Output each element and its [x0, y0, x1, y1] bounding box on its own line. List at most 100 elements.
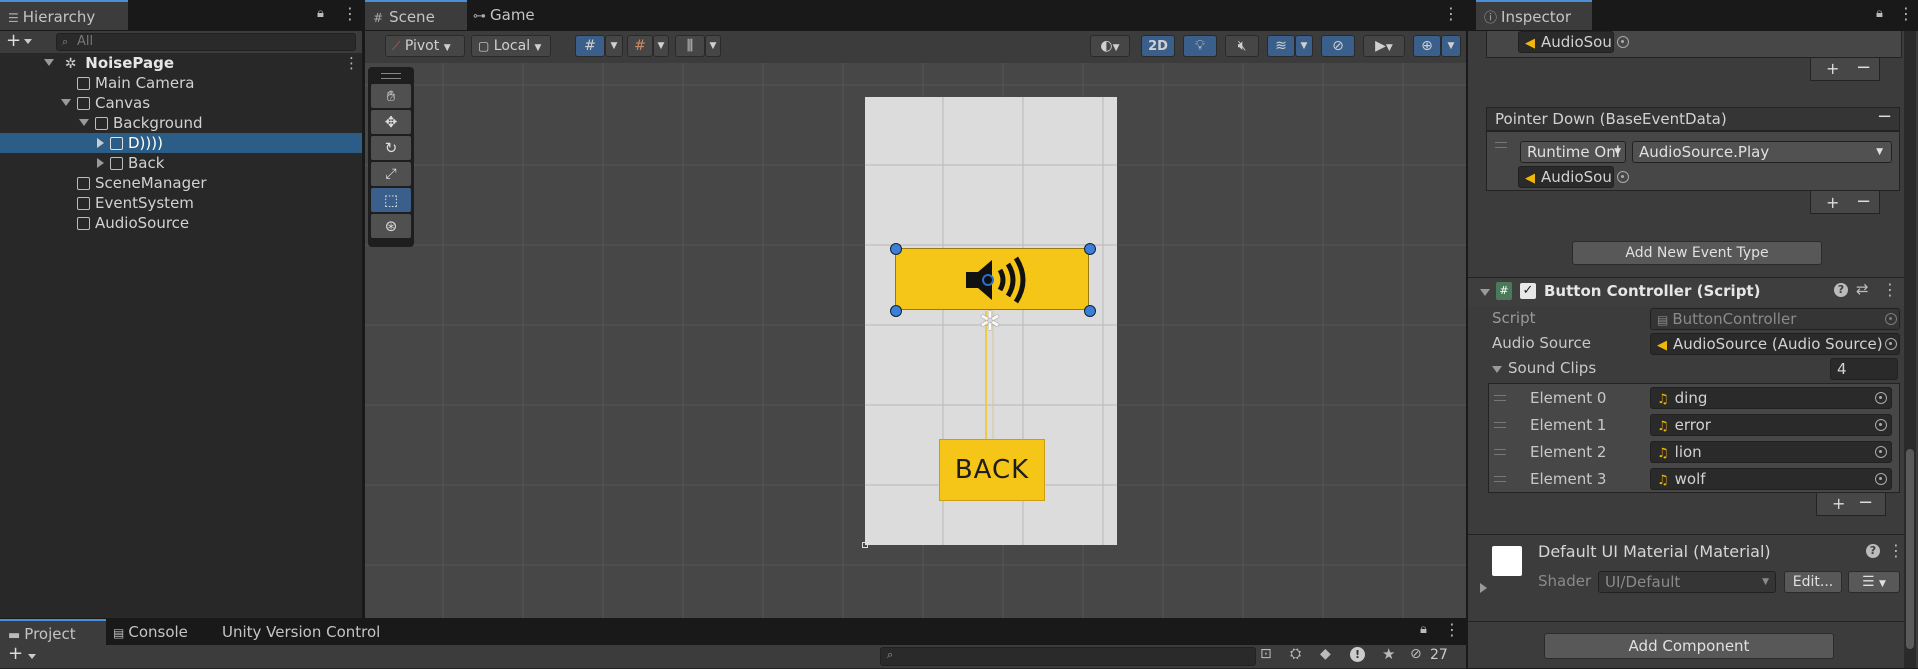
more-menu-icon[interactable]: ⋮ [1444, 620, 1460, 639]
audio-toggle[interactable]: 🔇︎ [1225, 35, 1259, 57]
add-new-event-type-button[interactable]: Add New Event Type [1572, 241, 1822, 265]
drag-handle[interactable] [1494, 449, 1506, 455]
tab-project[interactable]: ▬ Project [0, 619, 106, 645]
scene-visibility-toggle[interactable]: ⊘ [1321, 35, 1355, 57]
help-icon[interactable]: ? [1834, 283, 1848, 297]
rect-handle-bottom-left[interactable] [890, 305, 902, 317]
scrollbar-thumb[interactable] [1906, 449, 1914, 649]
function-dropdown[interactable]: AudioSource.Play ▼ [1632, 141, 1892, 163]
add-component-button[interactable]: Add Component [1544, 633, 1834, 659]
more-menu-icon[interactable]: ⋮ [342, 4, 358, 23]
add-listener-button[interactable]: + [1826, 59, 1839, 78]
object-picker-icon[interactable] [1617, 36, 1629, 48]
shader-dropdown[interactable]: UI/Default ▼ [1598, 571, 1776, 593]
add-element-button[interactable]: + [1832, 494, 1845, 513]
rect-handle-bottom-right[interactable] [1084, 305, 1096, 317]
element-clip-field[interactable]: ♫ error [1650, 414, 1892, 436]
drag-handle[interactable] [1495, 142, 1507, 148]
object-picker-icon[interactable] [1885, 338, 1897, 350]
pivot-dropdown[interactable]: ⟋ Pivot ▼ [385, 35, 465, 57]
element-clip-field[interactable]: ♫ ding [1650, 387, 1892, 409]
tree-item-main-camera[interactable]: Main Camera [0, 73, 194, 93]
scene-more-icon[interactable]: ⋮ [344, 53, 359, 73]
lighting-toggle[interactable]: 💡︎ [1183, 35, 1217, 57]
collapse-arrow-icon[interactable] [44, 59, 54, 66]
camera-dropdown[interactable]: ▶▼ [1363, 35, 1405, 57]
scale-tool-button[interactable]: ⤢ [371, 162, 411, 186]
remove-listener-button[interactable]: − [1856, 57, 1871, 78]
drag-handle[interactable] [1494, 476, 1506, 482]
hand-tool-button[interactable]: ✋︎ [371, 84, 411, 108]
grid-snap-dropdown[interactable]: ▼ [605, 35, 623, 57]
transform-tool-button[interactable]: ⊛ [371, 214, 411, 238]
expand-arrow-icon[interactable] [97, 158, 104, 168]
component-menu-icon[interactable]: ⋮ [1882, 280, 1898, 299]
enabled-checkbox[interactable]: ✓ [1520, 283, 1536, 299]
object-picker-icon[interactable] [1875, 473, 1887, 485]
move-tool-button[interactable]: ✥ [371, 110, 411, 134]
local-dropdown[interactable]: ▢ Local ▼ [471, 35, 551, 57]
help-icon[interactable]: ? [1866, 544, 1880, 558]
gizmos-dropdown[interactable]: ▼ [1441, 35, 1461, 57]
rect-handle-top-left[interactable] [890, 243, 902, 255]
scene-root-row[interactable]: ✲ NoisePage ⋮ [0, 53, 362, 73]
collapse-arrow-icon[interactable] [79, 119, 89, 126]
filter-by-label-icon[interactable]: ◆ [1320, 646, 1331, 662]
shader-options-dropdown[interactable]: ☰ ▼ [1848, 571, 1900, 593]
rotate-tool-button[interactable]: ↻ [371, 136, 411, 160]
object-picker-icon[interactable] [1875, 446, 1887, 458]
collapse-arrow-icon[interactable] [1480, 289, 1490, 296]
important-icon[interactable]: ! [1350, 647, 1365, 662]
increment-snap-toggle[interactable]: ⫼ [675, 35, 705, 57]
anchor-icon[interactable]: ✲ [979, 307, 1001, 337]
material-foldout-icon[interactable] [1480, 583, 1487, 593]
tree-item-audio-source[interactable]: AudioSource [0, 213, 189, 233]
tree-item-scene-manager[interactable]: SceneManager [0, 173, 206, 193]
lock-icon[interactable]: 🔒︎ [1420, 622, 1427, 637]
tree-item-event-system[interactable]: EventSystem [0, 193, 194, 213]
tab-hierarchy[interactable]: ☰ Hierarchy [0, 0, 128, 30]
add-listener-button[interactable]: + [1826, 193, 1839, 212]
grid-snap-toggle[interactable]: # [575, 35, 605, 57]
tab-game[interactable]: ⊶ Game [465, 0, 543, 30]
sound-button[interactable] [895, 248, 1089, 310]
add-icon[interactable]: + [6, 30, 21, 51]
presets-icon[interactable]: ⇄ [1856, 280, 1869, 298]
project-search-input[interactable]: ⌕ [880, 647, 1256, 666]
canvas-corner-handle[interactable] [862, 542, 868, 548]
drag-handle[interactable] [1494, 395, 1506, 401]
rect-handle-top-right[interactable] [1084, 243, 1096, 255]
remove-event-button[interactable]: − [1877, 106, 1892, 127]
back-button[interactable]: BACK [939, 439, 1045, 501]
rect-tool-button[interactable]: ⬚ [371, 188, 411, 212]
tab-inspector[interactable]: ⓘ Inspector [1476, 0, 1592, 30]
more-menu-icon[interactable]: ⋮ [1898, 4, 1914, 23]
effects-dropdown[interactable]: ▼ [1295, 35, 1313, 57]
event-target-object-field[interactable]: ◀︎ AudioSou [1518, 31, 1614, 53]
sound-clips-size-field[interactable]: 4 [1830, 358, 1898, 380]
chevron-down-icon[interactable] [28, 654, 36, 659]
chevron-down-icon[interactable] [24, 39, 32, 44]
gizmos-toggle[interactable]: ⊕ [1413, 35, 1441, 57]
material-menu-icon[interactable]: ⋮ [1888, 541, 1904, 560]
edit-shader-button[interactable]: Edit... [1784, 571, 1842, 593]
grid-visibility-toggle[interactable]: # [627, 35, 653, 57]
more-menu-icon[interactable]: ⋮ [1443, 4, 1459, 23]
expand-arrow-icon[interactable] [97, 138, 104, 148]
grid-visibility-dropdown[interactable]: ▼ [653, 35, 669, 57]
search-options-icon[interactable]: ⊡ [1260, 646, 1272, 662]
scene-view[interactable]: ✲ BACK ✋︎ ✥ ↻ ⤢ ⬚ ⊛ [365, 63, 1466, 618]
tree-item-sound-button[interactable]: D)))) [0, 133, 362, 153]
tree-item-background[interactable]: Background [0, 113, 203, 133]
tab-scene[interactable]: # Scene [365, 0, 467, 30]
favorite-star-icon[interactable]: ★ [1382, 645, 1395, 663]
remove-element-button[interactable]: − [1858, 492, 1873, 513]
draw-mode-dropdown[interactable]: ◐▼ [1090, 35, 1130, 57]
tree-item-canvas[interactable]: Canvas [0, 93, 150, 113]
drag-handle[interactable] [1494, 422, 1506, 428]
object-picker-icon[interactable] [1875, 419, 1887, 431]
event-object-field[interactable]: ◀︎ AudioSou [1518, 166, 1614, 188]
overlay-drag-handle[interactable] [381, 73, 401, 79]
object-picker-icon[interactable] [1875, 392, 1887, 404]
audio-source-field[interactable]: ◀︎ AudioSource (Audio Source) [1650, 333, 1900, 355]
